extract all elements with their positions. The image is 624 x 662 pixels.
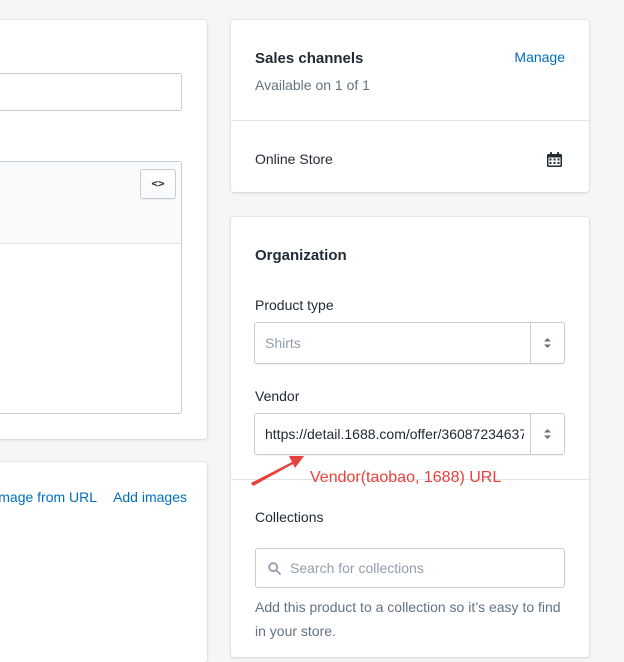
organization-title: Organization — [255, 247, 347, 264]
code-view-button[interactable]: <> — [140, 169, 176, 199]
product-type-label: Product type — [255, 297, 334, 313]
add-image-from-url-link[interactable]: mage from URL — [0, 489, 97, 505]
description-editor[interactable]: <> — [0, 161, 182, 414]
select-arrows-icon — [544, 338, 551, 348]
collections-help-text: Add this product to a collection so it’s… — [255, 599, 561, 639]
vendor-dropdown-arrows[interactable] — [530, 414, 564, 454]
organization-card: Organization Product type Shirts Vendor … — [231, 217, 589, 657]
divider — [231, 120, 589, 121]
title-input[interactable] — [0, 73, 182, 111]
product-type-select[interactable]: Shirts — [254, 322, 565, 364]
annotation-arrow-icon — [251, 456, 304, 486]
collections-label: Collections — [255, 509, 324, 525]
vendor-url-annotation: Vendor(taobao, 1688) URL — [310, 469, 502, 486]
sales-channels-card: Sales channels Manage Available on 1 of … — [231, 20, 589, 192]
search-icon — [268, 562, 281, 575]
product-type-dropdown-arrows[interactable] — [530, 323, 564, 363]
sales-channels-title: Sales channels — [255, 50, 364, 67]
select-arrows-icon — [544, 429, 551, 439]
product-type-value: Shirts — [265, 335, 301, 351]
manage-channels-link[interactable]: Manage — [514, 49, 565, 65]
calendar-icon[interactable] — [546, 151, 563, 168]
collections-search-box[interactable] — [255, 548, 565, 588]
channel-online-store: Online Store — [255, 151, 333, 167]
product-details-card: <> — [0, 20, 207, 439]
vendor-label: Vendor — [255, 388, 300, 404]
sales-channels-availability: Available on 1 of 1 — [255, 77, 370, 93]
vendor-select[interactable]: https://detail.1688.com/offer/3608723463… — [254, 413, 565, 455]
images-card: mage from URL Add images — [0, 462, 207, 662]
collections-search-input[interactable] — [290, 549, 550, 587]
vendor-value: https://detail.1688.com/offer/3608723463… — [265, 426, 524, 442]
add-images-link[interactable]: Add images — [113, 489, 187, 505]
editor-toolbar: <> — [0, 162, 181, 244]
media-actions: mage from URL Add images — [0, 489, 187, 505]
